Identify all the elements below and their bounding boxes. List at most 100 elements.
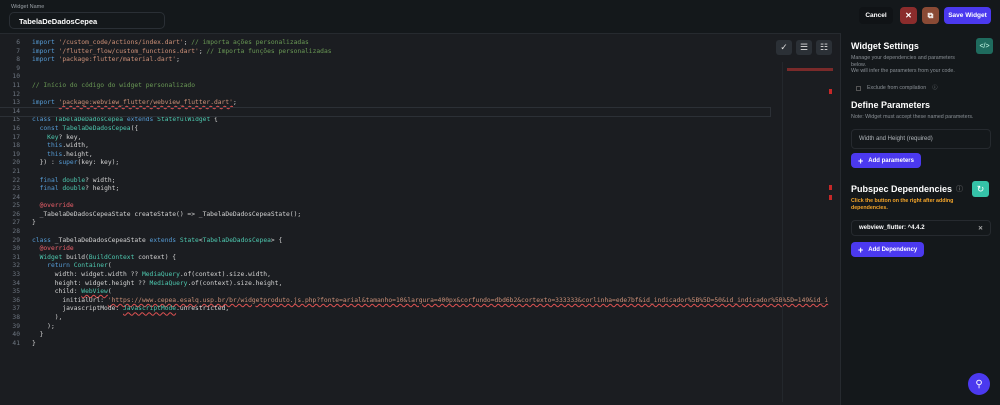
code-line[interactable]: 27} — [0, 219, 828, 228]
plus-icon: + — [858, 155, 864, 166]
line-number: 16 — [12, 124, 20, 132]
code-text: import 'package:flutter/material.dart'; — [32, 56, 180, 65]
code-token: build( — [62, 253, 89, 261]
code-text: this.width, — [32, 142, 89, 151]
code-token: import — [32, 39, 55, 46]
code-line[interactable]: 23 final double? height; — [0, 185, 828, 194]
code-line[interactable]: 16 const TabelaDeDadosCepea({ — [0, 125, 828, 134]
minimap-error-mark — [829, 195, 832, 200]
code-line[interactable]: 32 return Container( — [0, 262, 828, 271]
add-parameters-button[interactable]: + Add parameters — [851, 153, 921, 168]
code-line[interactable]: 37 javascriptMode: JavascriptMode.unrest… — [0, 305, 828, 314]
code-line[interactable]: 10 — [0, 73, 828, 82]
refresh-dependencies-button[interactable]: ↻ — [972, 181, 989, 197]
code-token: ? height; — [85, 185, 120, 193]
parameter-item[interactable]: Width and Height (required) — [851, 129, 991, 149]
line-number: 30 — [12, 245, 20, 253]
code-token: > { — [270, 236, 283, 244]
code-line[interactable]: 33 width: widget.width ?? MediaQuery.of(… — [0, 271, 828, 280]
code-line[interactable]: 11 // Início do código do widget personal… — [0, 82, 828, 91]
code-token: @override — [39, 202, 74, 210]
code-line[interactable]: 29 class _TabelaDeDadosCepeaState extends… — [0, 237, 828, 246]
line-number: 13 — [12, 99, 20, 107]
code-line[interactable]: 9 — [0, 65, 828, 74]
code-line[interactable]: 31 Widget build(BuildContext context) { — [0, 254, 828, 263]
code-line[interactable]: 13 import 'package:webview_flutter/webvie… — [0, 99, 828, 108]
line-number: 9 — [16, 64, 20, 72]
line-number: 38 — [12, 314, 20, 321]
code-line[interactable]: 36 initialUrl: 'https://www.cepea.esalq.… — [0, 297, 828, 306]
line-number: 28 — [12, 228, 20, 236]
code-lines[interactable]: 6 import '/custom_code/actions/index.dart… — [0, 39, 828, 348]
dependency-item[interactable]: webview_flutter: ^4.4.2 ✕ — [851, 220, 991, 236]
code-text: ); — [32, 323, 55, 332]
code-text: @override — [32, 202, 74, 211]
code-token: '/flutter_flow/custom_functions.dart' — [58, 47, 199, 55]
minimap-error-mark — [829, 89, 832, 94]
check-button[interactable]: ✓ — [776, 40, 792, 55]
code-line[interactable]: 17 Key? key, — [0, 134, 828, 143]
minimap[interactable] — [782, 62, 833, 402]
code-line[interactable]: 6 import '/custom_code/actions/index.dart… — [0, 39, 828, 48]
cancel-button[interactable]: Cancel — [859, 7, 893, 24]
add-dependency-button[interactable]: + Add Dependency — [851, 242, 925, 257]
code-line[interactable]: 25 @override — [0, 202, 828, 211]
code-token: this — [47, 142, 63, 150]
code-token: .unrestricted, — [176, 305, 230, 313]
code-line[interactable]: 38 ), — [0, 314, 828, 323]
code-token: MediaQuery — [141, 271, 180, 279]
code-line[interactable]: 8 import 'package:flutter/material.dart'; — [0, 56, 828, 65]
code-line[interactable]: 20 }) : super(key: key); — [0, 159, 828, 168]
format-button[interactable]: ☰ — [796, 40, 812, 55]
code-token: initialUrl: — [32, 296, 108, 304]
deps-title-row: Pubspec Dependencies ⓘ — [851, 184, 963, 194]
code-line[interactable]: 39 ); — [0, 323, 828, 332]
code-text: class TabelaDeDadosCepea extends Statefu… — [32, 116, 218, 125]
line-number: 31 — [12, 253, 20, 261]
code-token: extends — [149, 236, 177, 244]
line-number: 12 — [12, 90, 20, 98]
code-text: child: WebView( — [32, 288, 112, 297]
refresh-icon: ↻ — [976, 183, 985, 194]
code-line[interactable]: 15 class TabelaDeDadosCepea extends State… — [0, 116, 828, 125]
code-token: .width, — [62, 142, 89, 150]
code-line[interactable]: 26 _TabelaDeDadosCepeaState createState(… — [0, 211, 828, 220]
open-external-button[interactable]: ⧉ — [922, 7, 939, 24]
code-line[interactable]: 19 this.height, — [0, 151, 828, 160]
remove-dependency-icon[interactable]: ✕ — [978, 225, 983, 232]
code-token: // Início do código do widget personaliz… — [32, 81, 196, 89]
exclude-checkbox-row[interactable]: Exclude from compilation ⓘ — [856, 85, 938, 92]
line-number: 27 — [12, 219, 20, 227]
code-line[interactable]: 35 child: WebView( — [0, 288, 828, 297]
exclude-checkbox[interactable] — [856, 85, 861, 91]
code-line[interactable]: 7 import '/flutter_flow/custom_functions.… — [0, 48, 828, 57]
code-line[interactable]: 22 final double? width; — [0, 177, 828, 186]
code-line[interactable]: 21 — [0, 168, 828, 177]
code-line[interactable]: 41} — [0, 340, 828, 349]
code-view-button[interactable]: </> — [976, 38, 993, 54]
widget-name-input[interactable]: TabelaDeDadosCepea — [9, 12, 165, 29]
code-text: Widget build(BuildContext context) { — [32, 253, 177, 263]
code-line[interactable]: 14 — [0, 106, 771, 118]
align-center-icon: ☰ — [799, 42, 809, 52]
code-line[interactable]: 12 — [0, 91, 828, 100]
code-line[interactable]: 34 height: widget.height ?? MediaQuery.o… — [0, 280, 828, 289]
search-fab[interactable]: ⚲ — [968, 373, 990, 395]
code-line[interactable]: 24 — [0, 194, 828, 203]
line-number: 8 — [16, 56, 20, 64]
line-number: 15 — [12, 116, 20, 124]
code-line[interactable]: 28 — [0, 228, 828, 237]
outline-button[interactable]: ☷ — [816, 40, 832, 55]
delete-button[interactable]: ✕ — [900, 7, 917, 24]
code-editor[interactable]: 6 import '/custom_code/actions/index.dart… — [0, 33, 840, 405]
line-number: 40 — [12, 331, 20, 339]
code-line[interactable]: 18 this.width, — [0, 142, 828, 151]
code-token: child: — [32, 288, 82, 296]
save-widget-button[interactable]: Save Widget — [944, 7, 991, 24]
code-line[interactable]: 30 @override — [0, 245, 828, 254]
code-line[interactable]: 40 } — [0, 331, 828, 340]
code-token: ( — [107, 288, 112, 296]
